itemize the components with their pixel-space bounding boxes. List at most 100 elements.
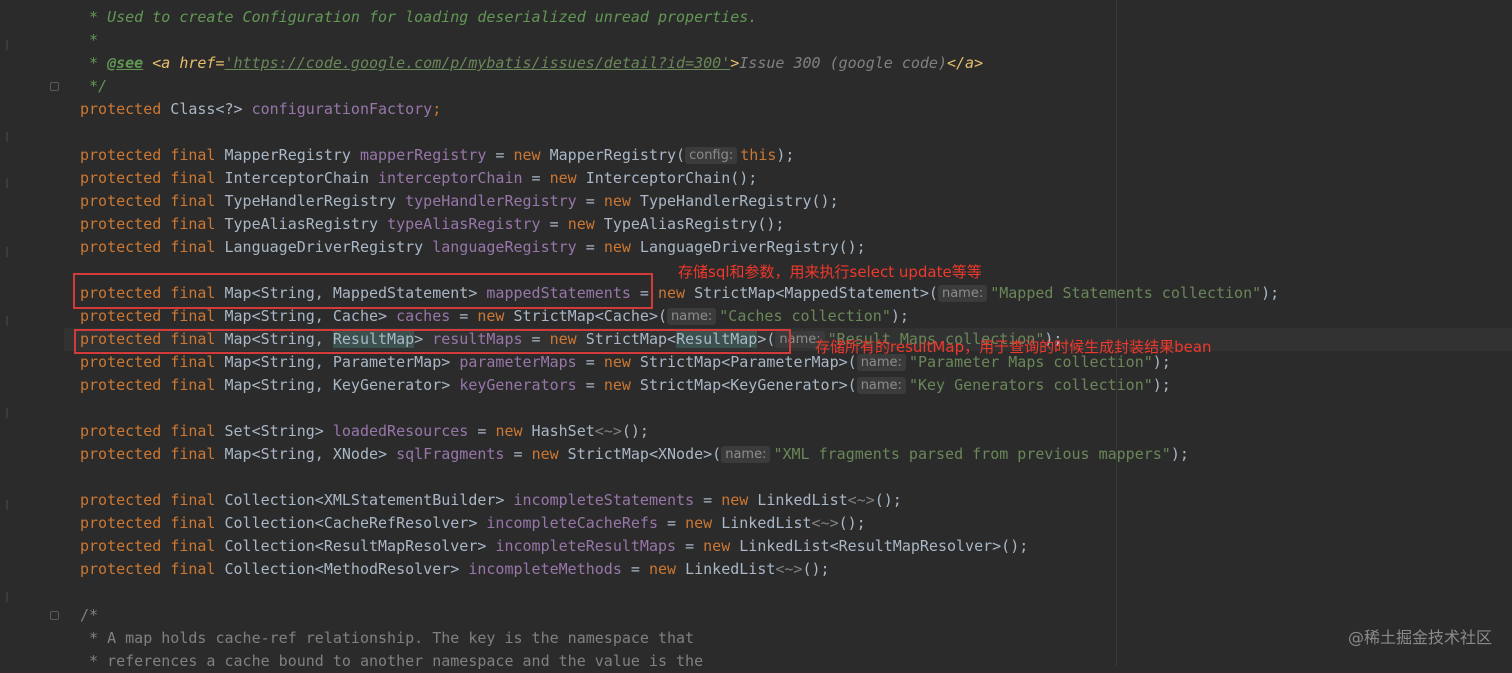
type-name: Collection<MethodResolver> xyxy=(215,560,469,578)
field-name[interactable]: incompleteMethods xyxy=(468,560,622,578)
field-name[interactable]: languageRegistry xyxy=(432,238,577,256)
operator: = xyxy=(468,422,496,440)
code-line: * xyxy=(80,29,98,52)
constructor-call: StrictMap<KeyGenerator>( xyxy=(630,376,857,394)
field-name[interactable]: incompleteStatements xyxy=(513,491,694,509)
keyword: final xyxy=(170,238,216,256)
field-name[interactable]: parameterMaps xyxy=(459,353,576,371)
html-tag: </a> xyxy=(946,54,984,72)
type-name: Map<String, Cache> xyxy=(215,307,397,325)
keyword: protected xyxy=(80,192,162,210)
field-name[interactable]: loadedResources xyxy=(333,422,468,440)
type-name: Class<?> xyxy=(161,100,252,118)
comment-text: */ xyxy=(80,77,108,95)
code-line: protected final Collection<XMLStatementB… xyxy=(80,489,902,512)
code-line: protected final TypeAliasRegistry typeAl… xyxy=(80,213,784,236)
code-line: * @see <a href='https://code.google.com/… xyxy=(80,52,983,75)
keyword: new xyxy=(603,353,631,371)
watermark: @稀土掘金技术社区 xyxy=(1347,628,1492,647)
keyword: new xyxy=(549,169,577,187)
constructor-call: LinkedList xyxy=(712,514,812,532)
type-name: Map<String, XNode> xyxy=(215,445,397,463)
keyword: new xyxy=(603,192,631,210)
parameter-hint: name: xyxy=(667,308,717,325)
code-line: protected final Map<String, XNode> sqlFr… xyxy=(80,443,1189,466)
constructor-call: InterceptorChain(); xyxy=(576,169,758,187)
keyword: new xyxy=(531,445,559,463)
operator: = xyxy=(540,215,568,233)
operator: = xyxy=(576,353,604,371)
punctuation: ; xyxy=(432,100,442,118)
field-name[interactable]: mapperRegistry xyxy=(360,146,486,164)
code-line: protected final Collection<CacheRefResol… xyxy=(80,512,866,535)
keyword: protected xyxy=(80,445,162,463)
field-name[interactable]: typeHandlerRegistry xyxy=(405,192,577,210)
html-tag: <a href= xyxy=(143,54,225,72)
code-line: protected final LanguageDriverRegistry l… xyxy=(80,236,866,259)
keyword: protected xyxy=(80,560,162,578)
punctuation: (); xyxy=(621,422,649,440)
code-line: * Used to create Configuration for loadi… xyxy=(80,6,757,29)
diamond-operator: <~> xyxy=(594,422,622,440)
code-line: protected final Collection<ResultMapReso… xyxy=(80,535,1028,558)
keyword: new xyxy=(685,514,713,532)
constructor-call: LinkedList xyxy=(676,560,776,578)
comment-text: * xyxy=(80,54,108,72)
field-name[interactable]: caches xyxy=(396,307,450,325)
keyword: final xyxy=(170,537,216,555)
constructor-call: StrictMap<MappedStatement>( xyxy=(685,284,938,302)
comment-text: /* xyxy=(80,606,99,624)
field-name[interactable]: incompleteCacheRefs xyxy=(486,514,658,532)
keyword: new xyxy=(477,307,505,325)
keyword: new xyxy=(721,491,749,509)
type-name: Collection<CacheRefResolver> xyxy=(215,514,487,532)
keyword: final xyxy=(170,560,216,578)
keyword: this xyxy=(740,146,777,164)
operator: = xyxy=(621,560,649,578)
string-literal: "Mapped Statements collection" xyxy=(990,284,1262,302)
comment-text: * xyxy=(80,31,99,49)
field-name[interactable]: configurationFactory xyxy=(252,100,433,118)
operator: = xyxy=(522,169,550,187)
constructor-call: TypeAliasRegistry(); xyxy=(594,215,785,233)
keyword: final xyxy=(170,169,216,187)
field-name[interactable]: keyGenerators xyxy=(459,376,576,394)
field-name[interactable]: incompleteResultMaps xyxy=(495,537,676,555)
string-literal: "Key Generators collection" xyxy=(908,376,1153,394)
parameter-hint: config: xyxy=(685,147,738,164)
diamond-operator: <~> xyxy=(811,514,839,532)
keyword: protected xyxy=(80,422,162,440)
operator: = xyxy=(676,537,704,555)
annotation-note-mapped-statements: 存储sql和参数，用来执行select update等等 xyxy=(678,263,982,281)
field-name[interactable]: interceptorChain xyxy=(378,169,523,187)
keyword: new xyxy=(648,560,677,578)
parameter-hint: name: xyxy=(937,285,988,302)
punctuation: ); xyxy=(1152,376,1171,394)
keyword: final xyxy=(170,215,216,233)
type-name: TypeHandlerRegistry xyxy=(215,192,406,210)
keyword: new xyxy=(567,215,595,233)
type-name: Collection<ResultMapResolver> xyxy=(215,537,496,555)
keyword: protected xyxy=(80,376,162,394)
keyword: new xyxy=(703,537,731,555)
link-text: Issue 300 (google code) xyxy=(739,54,947,72)
punctuation: ); xyxy=(1261,284,1280,302)
annotation-box-result-maps xyxy=(74,329,791,354)
field-name[interactable]: typeAliasRegistry xyxy=(387,215,541,233)
issue-link[interactable]: 'https://code.google.com/p/mybatis/issue… xyxy=(225,54,731,72)
type-name: Set<String> xyxy=(215,422,333,440)
operator: = xyxy=(576,376,604,394)
keyword: final xyxy=(170,307,216,325)
keyword: final xyxy=(170,445,216,463)
constructor-call: MapperRegistry( xyxy=(540,146,686,164)
type-name: InterceptorChain xyxy=(215,169,379,187)
type-name: Collection<XMLStatementBuilder> xyxy=(215,491,514,509)
comment-text: * references a cache bound to another na… xyxy=(80,652,704,670)
field-name[interactable]: sqlFragments xyxy=(396,445,504,463)
operator: = xyxy=(576,238,604,256)
keyword: new xyxy=(603,238,631,256)
keyword: final xyxy=(170,192,216,210)
operator: = xyxy=(504,445,532,463)
javadoc-see-tag[interactable]: @see xyxy=(107,54,143,72)
parameter-hint: name: xyxy=(856,377,906,394)
